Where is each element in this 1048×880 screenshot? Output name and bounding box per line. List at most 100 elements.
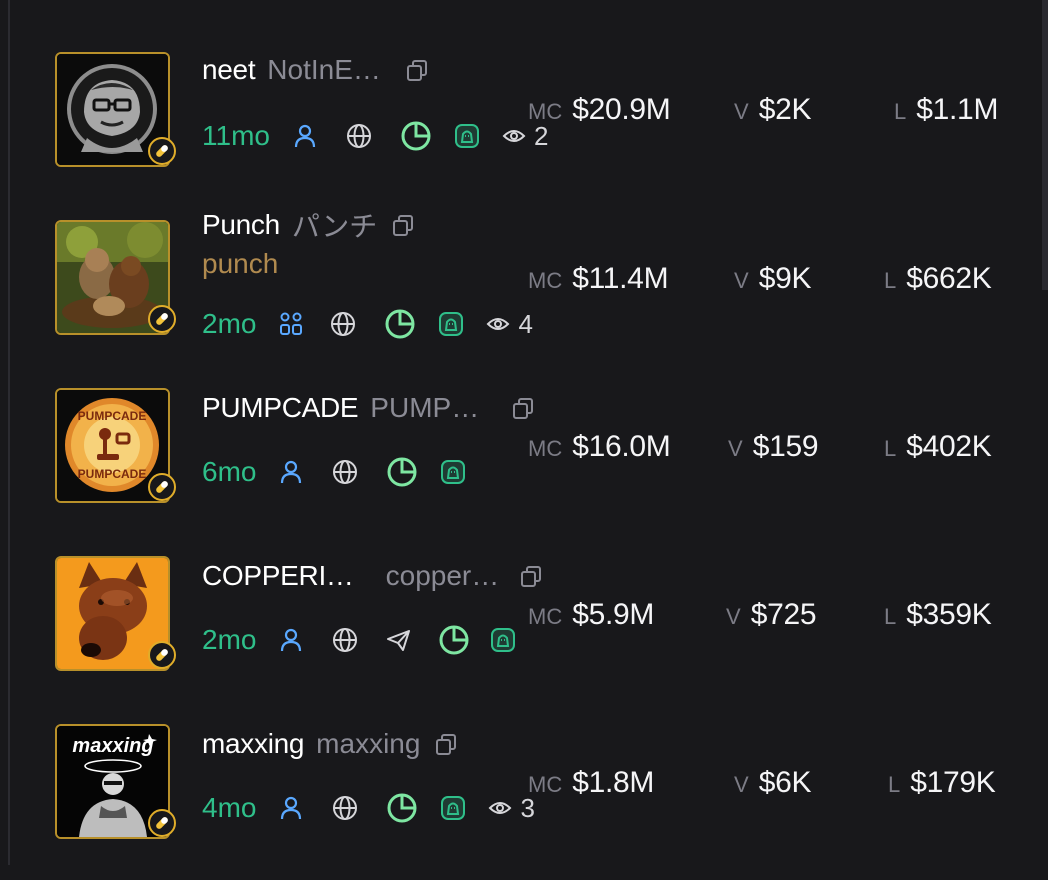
eye-icon [486,312,510,336]
pill-badge [148,641,176,669]
community-icon[interactable] [278,311,304,337]
volume-value: $9K [758,262,812,295]
token-ticker[interactable]: PUMPCADE [202,392,359,424]
token-name: NotInE… [267,54,381,85]
token-age: 2mo [202,624,257,655]
token-name: copper… [385,560,500,591]
liquidity-stat: L $1.1M [894,93,999,126]
user-icon[interactable] [278,459,304,485]
copy-icon[interactable] [391,213,415,237]
token-name: PUMP… [370,392,480,423]
pill-icon [156,649,168,661]
token-age: 4mo [202,792,257,823]
market-cap-value: $20.9M [572,93,671,126]
volume-stat: V $725 [726,598,817,631]
token-avatar[interactable]: maxxing [55,724,176,839]
token-ticker[interactable]: neet [202,54,256,86]
liquidity-stat: L $402K [884,430,992,463]
market-cap-stat: MC $20.9M [528,93,671,126]
liquidity-stat: L $662K [884,262,992,295]
bird-icon[interactable] [454,123,480,149]
globe-icon[interactable] [332,795,358,821]
volume-value: $6K [758,766,812,799]
maxxing-logo-text: maxxing [72,735,153,757]
copy-icon[interactable] [434,732,458,756]
pie-chart-icon[interactable] [386,792,418,824]
copy-icon[interactable] [519,564,543,588]
user-icon[interactable] [278,795,304,821]
user-icon[interactable] [278,627,304,653]
token-age: 6mo [202,456,257,487]
bird-icon[interactable] [438,311,464,337]
pill-icon [156,313,168,325]
pill-icon [156,481,168,493]
market-cap-stat: MC $11.4M [528,262,669,295]
token-ticker[interactable]: maxxing [202,728,304,760]
eye-icon [502,124,526,148]
volume-stat: V $159 [728,430,819,463]
globe-icon[interactable] [332,459,358,485]
token-age: 2mo [202,308,257,339]
views-counter: 4 [486,308,533,340]
liquidity-stat: L $359K [884,598,992,631]
token-avatar[interactable] [55,556,176,671]
token-name: maxxing [316,728,421,759]
volume-stat: V $6K [734,766,812,799]
volume-value: $159 [752,430,819,463]
token-name: パンチ [291,211,378,242]
volume-stat: V $2K [734,93,812,126]
pill-badge [148,305,176,333]
telegram-icon[interactable] [386,627,412,653]
token-avatar[interactable]: PUMPCADE PUMPCADE [55,388,176,503]
bird-icon[interactable] [490,627,516,653]
token-row-punch[interactable]: Punch パンチ punch 2mo 4 MC $11.4M V $9K L $66… [0,208,1048,376]
market-cap-value: $1.8M [572,766,655,799]
volume-value: $725 [750,598,817,631]
token-subname: punch [202,248,279,279]
liquidity-stat: L $179K [888,766,996,799]
liquidity-value: $1.1M [916,93,999,126]
market-cap-stat: MC $1.8M [528,766,655,799]
token-avatar[interactable] [55,52,176,167]
token-age: 11mo [202,120,270,151]
token-row-maxxing[interactable]: maxxing maxxing maxxing 4mo 3 MC $1.8M V… [0,712,1048,880]
token-row-pumpcade[interactable]: PUMPCADE PUMPCADE PUMPCADE PUMP… 6mo MC $… [0,376,1048,544]
market-cap-value: $16.0M [572,430,671,463]
bird-icon[interactable] [440,795,466,821]
pie-chart-icon[interactable] [386,456,418,488]
pie-chart-icon[interactable] [384,308,416,340]
liquidity-value: $662K [906,262,992,295]
token-avatar[interactable] [55,220,176,335]
pill-icon [156,817,168,829]
bird-icon[interactable] [440,459,466,485]
token-row-copperi[interactable]: COPPERI… copper… 2mo MC $5.9M V $725 L $359… [0,544,1048,712]
token-ticker[interactable]: Punch [202,209,280,241]
liquidity-value: $359K [906,598,992,631]
globe-icon[interactable] [346,123,372,149]
copy-icon[interactable] [511,396,535,420]
market-cap-stat: MC $5.9M [528,598,655,631]
pill-icon [156,145,168,157]
pie-chart-icon[interactable] [400,120,432,152]
views-count: 4 [518,308,533,339]
globe-icon[interactable] [332,627,358,653]
eye-icon [488,796,512,820]
pie-chart-icon[interactable] [438,624,470,656]
pumpcade-bottom-text: PUMPCADE [78,467,147,481]
pumpcade-top-text: PUMPCADE [78,409,147,423]
pill-badge [148,473,176,501]
pill-badge [148,809,176,837]
pill-badge [148,137,176,165]
volume-stat: V $9K [734,262,812,295]
token-row-neet[interactable]: neet NotInE… 11mo 2 MC $20.9M V $2K L $1.1M [0,40,1048,208]
market-cap-stat: MC $16.0M [528,430,671,463]
copy-icon[interactable] [405,58,429,82]
user-icon[interactable] [292,123,318,149]
market-cap-value: $11.4M [572,262,669,295]
globe-icon[interactable] [330,311,356,337]
liquidity-value: $179K [910,766,996,799]
market-cap-value: $5.9M [572,598,655,631]
volume-value: $2K [758,93,812,126]
liquidity-value: $402K [906,430,992,463]
token-ticker[interactable]: COPPERI… [202,560,354,592]
